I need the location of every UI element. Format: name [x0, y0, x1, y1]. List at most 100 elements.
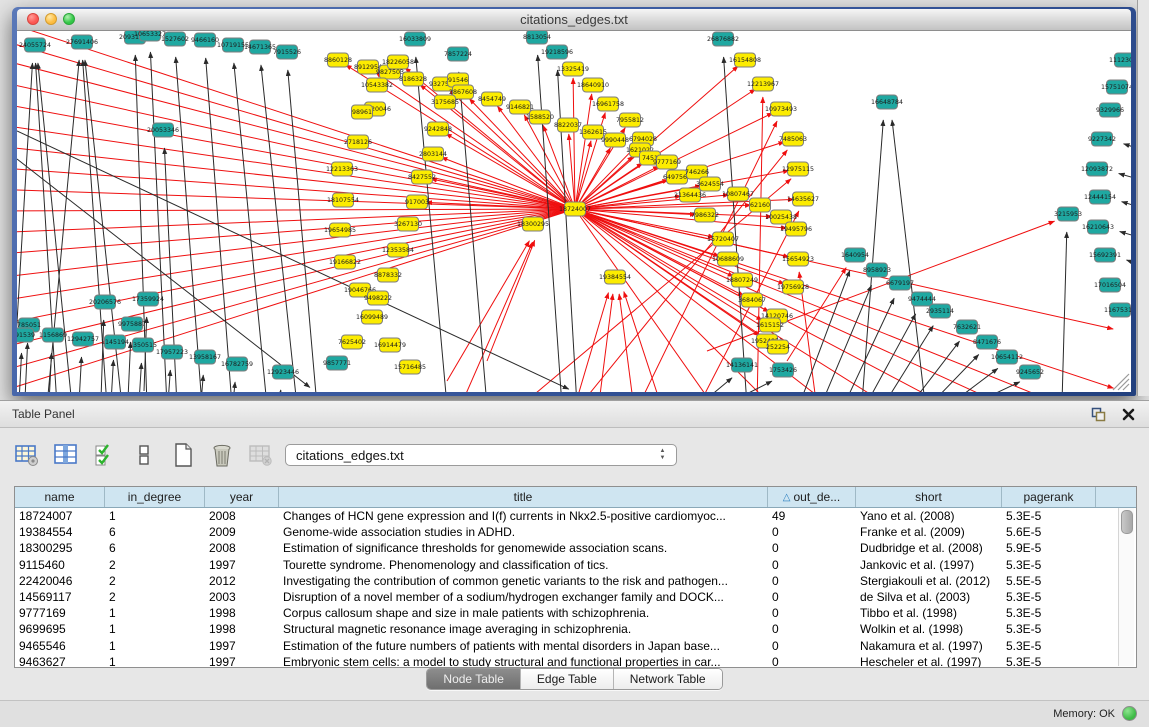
table-cell[interactable]: 0	[768, 654, 856, 668]
graph-edge[interactable]	[49, 353, 52, 392]
table-cell[interactable]: 0	[768, 638, 856, 654]
graph-node[interactable]: 16210643	[1082, 220, 1114, 234]
graph-node[interactable]: 12444154	[1084, 190, 1116, 204]
table-cell[interactable]: 9463627	[15, 654, 105, 668]
close-panel-icon[interactable]	[1119, 405, 1137, 423]
table-cell[interactable]: 6	[105, 540, 205, 556]
graph-edge[interactable]	[17, 131, 569, 389]
graph-edge[interactable]	[575, 209, 1113, 329]
table-row[interactable]: 1938455462009Genome-wide association stu…	[15, 524, 1136, 540]
graph-edge[interactable]	[1124, 144, 1131, 153]
tab-network-table[interactable]: Network Table	[614, 669, 722, 689]
tab-node-table[interactable]: Node Table	[427, 669, 521, 689]
table-cell[interactable]: 0	[768, 573, 856, 589]
table-row[interactable]: 1830029562008Estimation of significance …	[15, 540, 1136, 556]
graph-node[interactable]: 391539	[17, 328, 35, 342]
column-header-pagerank[interactable]: pagerank	[1002, 487, 1096, 507]
graph-edge[interactable]	[577, 293, 608, 392]
table-cell[interactable]: 9465546	[15, 638, 105, 654]
graph-node[interactable]: 9245652	[1016, 365, 1044, 379]
graph-node[interactable]: 16154808	[729, 53, 761, 67]
graph-edge[interactable]	[201, 375, 203, 392]
select-columns-icon[interactable]	[53, 442, 79, 468]
column-header-title[interactable]: title	[279, 487, 768, 507]
graph-node[interactable]: 98961	[352, 105, 373, 119]
table-cell[interactable]: 5.3E-5	[1002, 557, 1096, 573]
graph-node[interactable]: 10654112	[991, 350, 1023, 364]
graph-node[interactable]: 7857224	[444, 47, 472, 61]
table-cell[interactable]: 9777169	[15, 605, 105, 621]
graph-node[interactable]: 9466160	[191, 33, 219, 47]
graph-node[interactable]: 1156869	[39, 328, 67, 342]
graph-node[interactable]: 2803144	[419, 147, 447, 161]
graph-node[interactable]: 27691406	[66, 35, 98, 49]
table-cell[interactable]: Franke et al. (2009)	[856, 524, 1002, 540]
table-row[interactable]: 977716911998Corpus callosum shape and si…	[15, 605, 1136, 621]
table-cell[interactable]: Yano et al. (2008)	[856, 508, 1002, 524]
graph-edge[interactable]	[17, 39, 575, 209]
graph-node[interactable]: 3267130	[394, 217, 422, 231]
graph-edge[interactable]	[1122, 202, 1131, 211]
graph-node[interactable]: 8454749	[478, 92, 506, 106]
graph-edge[interactable]	[624, 292, 659, 392]
table-cell[interactable]: Investigating the contribution of common…	[279, 573, 768, 589]
table-cell[interactable]: 1	[105, 621, 205, 637]
graph-node[interactable]: 12942757	[67, 332, 99, 346]
graph-node[interactable]: 15654923	[782, 252, 814, 266]
graph-node[interactable]: 15720407	[707, 232, 739, 246]
table-cell[interactable]: 2008	[205, 508, 279, 524]
graph-node[interactable]: 12093872	[1081, 162, 1113, 176]
table-cell[interactable]: 5.3E-5	[1002, 621, 1096, 637]
graph-node[interactable]: 12975115	[782, 162, 814, 176]
table-cell[interactable]: 5.3E-5	[1002, 654, 1096, 668]
table-cell[interactable]: 5.6E-5	[1002, 524, 1096, 540]
table-cell[interactable]: 0	[768, 524, 856, 540]
table-cell[interactable]: 19384554	[15, 524, 105, 540]
graph-node[interactable]: 1145194	[101, 335, 129, 349]
table-cell[interactable]: 1	[105, 638, 205, 654]
table-cell[interactable]: 1997	[205, 654, 279, 668]
graph-node[interactable]: 9857771	[323, 356, 351, 370]
graph-edge[interactable]	[447, 241, 529, 381]
graph-node[interactable]: 13958167	[189, 350, 221, 364]
graph-edge[interactable]	[128, 342, 131, 392]
table-vertical-scrollbar[interactable]	[1118, 508, 1134, 666]
delete-table-trash-icon[interactable]	[209, 442, 235, 468]
graph-node[interactable]: 9329966	[1096, 103, 1124, 117]
graph-edge[interactable]	[17, 209, 575, 254]
graph-edge[interactable]	[575, 94, 592, 209]
graph-edge[interactable]	[17, 63, 32, 392]
graph-node[interactable]: 8186328	[399, 72, 427, 86]
table-cell[interactable]: 0	[768, 605, 856, 621]
graph-node[interactable]: 2935114	[926, 304, 954, 318]
table-cell[interactable]: 18724007	[15, 508, 105, 524]
graph-node[interactable]: 10543382	[361, 78, 393, 92]
table-cell[interactable]: 5.9E-5	[1002, 540, 1096, 556]
graph-node[interactable]: 14136141	[726, 358, 758, 372]
table-cell[interactable]: Disruption of a novel member of a sodium…	[279, 589, 768, 605]
graph-node[interactable]: 13325419	[557, 62, 589, 76]
graph-node[interactable]: 3175685	[431, 95, 459, 109]
table-cell[interactable]: 14569117	[15, 589, 105, 605]
graph-node[interactable]: 8860128	[324, 53, 352, 67]
graph-node[interactable]: 26876882	[707, 32, 739, 46]
column-header-name[interactable]: name	[15, 487, 105, 507]
graph-node[interactable]: 9227342	[1088, 132, 1116, 146]
table-cell[interactable]: 2003	[205, 589, 279, 605]
graph-node[interactable]: 7986322	[691, 208, 719, 222]
table-row[interactable]: 911546021997Tourette syndrome. Phenomeno…	[15, 557, 1136, 573]
graph-node[interactable]: 16648784	[871, 95, 903, 109]
table-cell[interactable]: 0	[768, 589, 856, 605]
graph-node[interactable]: 16099489	[356, 310, 388, 324]
table-cell[interactable]: 1998	[205, 605, 279, 621]
graph-node[interactable]: 17359924	[132, 292, 164, 306]
graph-node[interactable]: 24055724	[19, 38, 51, 52]
graph-edge[interactable]	[233, 382, 235, 392]
network-canvas[interactable]: 2405572427691406209317461065332715276029…	[17, 31, 1131, 392]
table-cell[interactable]: Genome-wide association studies in ADHD.	[279, 524, 768, 540]
graph-node[interactable]: 10807467	[722, 187, 754, 201]
table-cell[interactable]: 6	[105, 524, 205, 540]
graph-edge[interactable]	[932, 354, 979, 392]
graph-node[interactable]: 12213967	[747, 77, 779, 91]
graph-node[interactable]: 1753426	[769, 363, 797, 377]
